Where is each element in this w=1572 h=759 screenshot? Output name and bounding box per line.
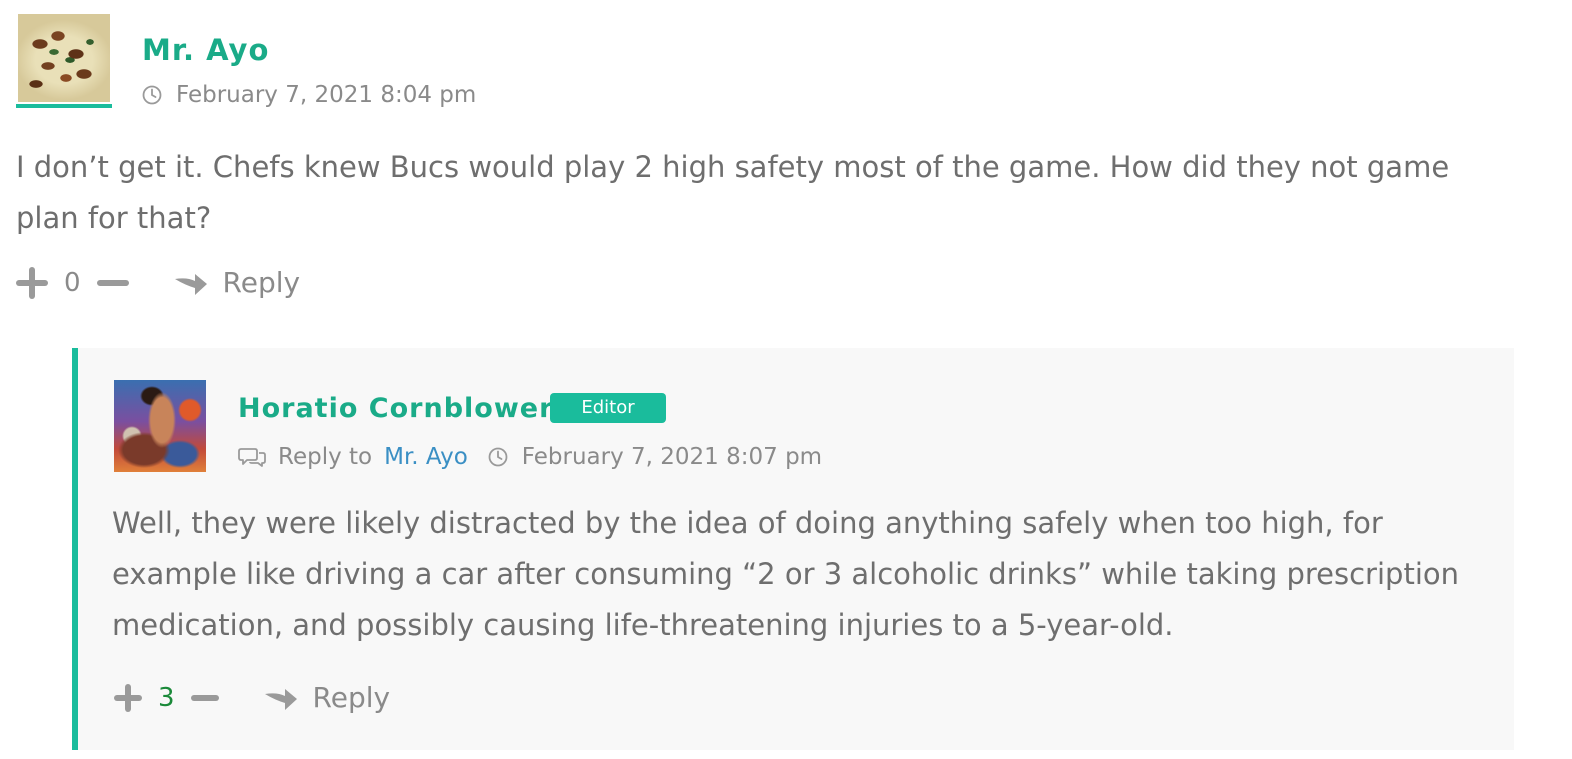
comment-body: Well, they were likely distracted by the… <box>112 506 1459 642</box>
comment-author[interactable]: Horatio Cornblower <box>238 395 553 422</box>
avatar-link[interactable] <box>16 14 112 108</box>
reply-button[interactable]: Reply <box>263 681 391 714</box>
editor-badge: Editor <box>550 393 666 423</box>
vote-count: 3 <box>158 682 175 713</box>
avatar[interactable] <box>114 380 206 472</box>
chat-bubbles-icon <box>238 448 266 467</box>
reply-arrow-icon <box>174 273 207 295</box>
comment-author[interactable]: Mr. Ayo <box>142 36 269 65</box>
reply-comment: Horatio Cornblower Editor Reply to Mr. A… <box>72 348 1514 750</box>
vote-count: 0 <box>64 267 81 298</box>
clock-icon <box>142 85 162 105</box>
reply-label: Reply <box>222 266 301 299</box>
reply-arrow-icon <box>264 688 297 710</box>
reply-button[interactable]: Reply <box>173 266 301 299</box>
reply-to-label: Reply to <box>278 444 373 470</box>
comment-body: I don’t get it. Chefs knew Bucs would pl… <box>16 150 1450 235</box>
comment-date[interactable]: February 7, 2021 8:07 pm <box>522 444 822 470</box>
plus-icon[interactable] <box>114 683 142 712</box>
avatar-underline <box>16 104 112 108</box>
reply-to-link[interactable]: Mr. Ayo <box>384 444 468 470</box>
comment-actions: 0 Reply <box>16 266 300 299</box>
comment-actions: 3 Reply <box>114 681 390 714</box>
plus-icon[interactable] <box>16 266 48 299</box>
comment-meta: Reply to Mr. Ayo February 7, 2021 8:07 p… <box>238 444 822 470</box>
avatar <box>18 14 110 102</box>
clock-icon <box>488 447 508 467</box>
minus-icon[interactable] <box>190 684 219 712</box>
reply-label: Reply <box>312 681 391 714</box>
minus-icon[interactable] <box>96 267 129 299</box>
comment-date[interactable]: February 7, 2021 8:04 pm <box>176 82 476 108</box>
comment-meta: February 7, 2021 8:04 pm <box>142 82 476 108</box>
